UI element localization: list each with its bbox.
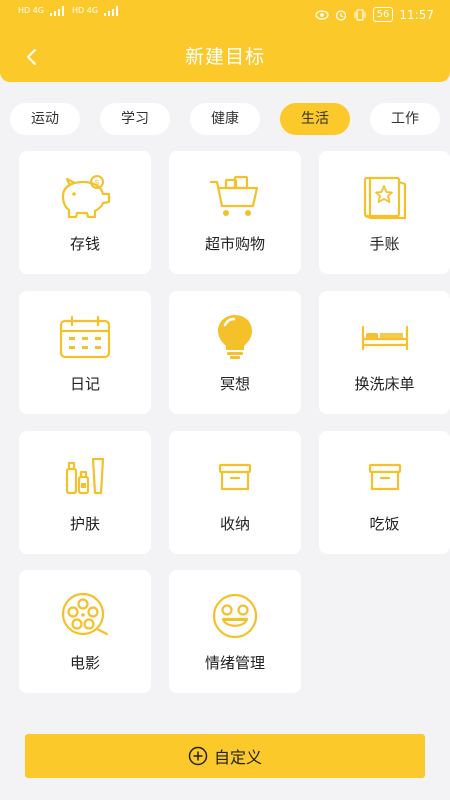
- goal-card-label: 换洗床单: [354, 375, 415, 393]
- skincare-bottles-icon: [65, 457, 105, 495]
- storage-box-icon: [368, 463, 401, 491]
- goal-card-label: 电影: [69, 654, 100, 672]
- page-title: 新建目标: [184, 46, 265, 68]
- status-signals: HD 4G HD 4G: [18, 6, 120, 16]
- smiley-face-icon: [212, 593, 258, 639]
- app-header: HD 4G HD 4G 56 11:57 新建目标: [0, 0, 450, 82]
- goal-card-movie[interactable]: 电影: [19, 570, 151, 693]
- status-right: 56 11:57: [315, 7, 434, 22]
- category-tabs: 运动 学习 健康 生活 工作: [0, 103, 450, 135]
- clock: 11:57: [399, 7, 434, 22]
- tab-life[interactable]: 生活: [280, 103, 350, 135]
- goal-card-storage[interactable]: 收纳: [169, 431, 301, 554]
- battery-level: 56: [372, 7, 394, 22]
- vibrate-icon: [354, 8, 366, 21]
- goal-card-label: 冥想: [219, 375, 250, 393]
- goal-card-journal[interactable]: 手账: [319, 151, 450, 274]
- goal-card-label: 超市购物: [204, 235, 265, 253]
- goal-card-emotion[interactable]: 情绪管理: [169, 570, 301, 693]
- goal-card-label: 护肤: [69, 515, 100, 533]
- svg-text:$: $: [94, 178, 99, 187]
- custom-goal-button[interactable]: 自定义: [25, 734, 425, 778]
- goal-card-eat[interactable]: 吃饭: [319, 431, 450, 554]
- tab-study[interactable]: 学习: [100, 103, 170, 135]
- signal-sim1: HD 4G: [18, 6, 45, 15]
- goal-card-label: 手账: [369, 235, 400, 253]
- goal-card-diary[interactable]: 日记: [19, 291, 151, 414]
- alarm-icon: [335, 9, 346, 21]
- shopping-cart-icon: [209, 175, 259, 216]
- lightbulb-icon: [218, 315, 252, 359]
- goal-card-supermarket[interactable]: 超市购物: [169, 151, 301, 274]
- signal-sim2: HD 4G: [72, 6, 99, 15]
- tab-work[interactable]: 工作: [370, 103, 440, 135]
- tab-sports[interactable]: 运动: [10, 103, 80, 135]
- goal-card-label: 收纳: [219, 515, 250, 533]
- goal-card-label: 存钱: [69, 235, 100, 253]
- custom-goal-label: 自定义: [213, 748, 262, 767]
- goal-card-meditation[interactable]: 冥想: [169, 291, 301, 414]
- goal-card-change-sheets[interactable]: 换洗床单: [319, 291, 450, 414]
- tab-health[interactable]: 健康: [190, 103, 260, 135]
- plus-circle-icon: [188, 746, 208, 766]
- eye-icon: [315, 9, 329, 20]
- bed-icon: [361, 325, 408, 351]
- calendar-icon: [59, 315, 111, 359]
- signal-bars-icon: [50, 6, 65, 16]
- piggy-bank-icon: $: [61, 175, 111, 219]
- storage-box-icon: [218, 463, 252, 491]
- goal-card-label: 吃饭: [369, 515, 400, 533]
- goal-card-label: 情绪管理: [204, 654, 265, 672]
- notebook-icon: [363, 176, 406, 220]
- goal-card-save-money[interactable]: $ 存钱: [19, 151, 151, 274]
- goal-card-label: 日记: [69, 375, 100, 393]
- signal-bars-icon: [104, 6, 119, 16]
- goal-card-skincare[interactable]: 护肤: [19, 431, 151, 554]
- film-reel-icon: [61, 592, 109, 636]
- status-bar: HD 4G HD 4G 56 11:57: [0, 0, 450, 30]
